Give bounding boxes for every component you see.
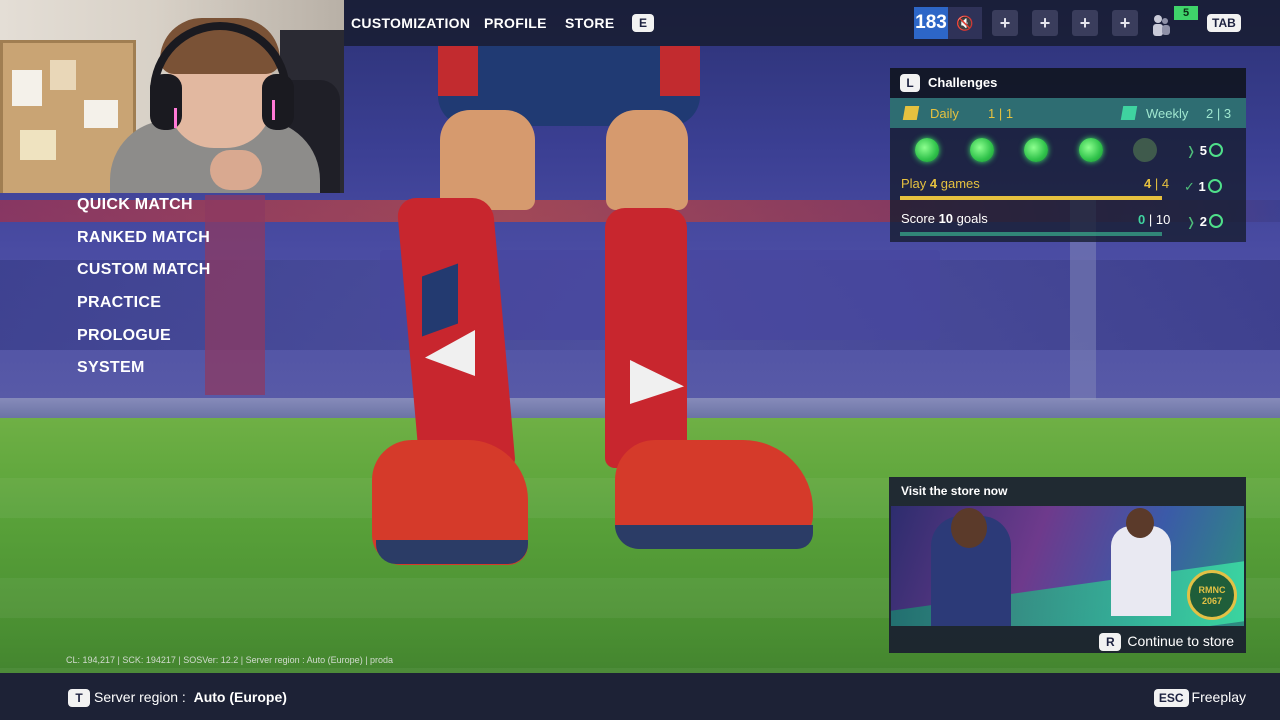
main-menu: QUICK MATCH RANKED MATCH CUSTOM MATCH PR… — [77, 193, 211, 391]
nav-customization[interactable]: CUSTOMIZATION — [351, 15, 470, 31]
region-key: T — [68, 689, 90, 707]
challenge-label: Score 10 goals — [901, 211, 988, 226]
streak-reward: ❭ 5 — [1186, 143, 1223, 158]
challenge-progress: 0 | 10 — [1138, 212, 1171, 227]
esc-key: ESC — [1153, 689, 1189, 707]
server-region-selector[interactable]: T Server region : Auto (Europe) — [68, 689, 287, 707]
challenge-reward: ❭ 2 — [1186, 214, 1223, 229]
party-slot-3-plus-icon[interactable]: + — [1072, 10, 1098, 36]
streak-dot — [915, 138, 939, 162]
weekly-ticket-icon — [1120, 106, 1138, 120]
streak-dot — [1133, 138, 1157, 162]
challenges-header: L Challenges — [890, 68, 1246, 98]
streak-dot — [1024, 138, 1048, 162]
challenge-progress-bar — [900, 232, 1162, 236]
tab-weekly[interactable]: Weekly — [1146, 106, 1188, 121]
menu-quick-match[interactable]: QUICK MATCH — [77, 193, 211, 228]
build-info: CL: 194,217 | SCK: 194217 | SOSVer: 12.2… — [66, 655, 394, 665]
menu-system[interactable]: SYSTEM — [77, 358, 211, 391]
challenge-label: Play 4 games — [901, 176, 980, 191]
menu-ranked-match[interactable]: RANKED MATCH — [77, 228, 211, 261]
coin-icon — [1207, 179, 1222, 193]
webcam-overlay — [0, 0, 344, 193]
freeplay-button[interactable]: ESC Freeplay — [1153, 689, 1246, 707]
menu-prologue[interactable]: PROLOGUE — [77, 326, 211, 359]
rmnc-logo-icon: RMNC 2067 — [1187, 570, 1237, 620]
store-key: R — [1099, 633, 1122, 651]
streak-reward-amount: 5 — [1199, 143, 1207, 158]
coin-icon — [1208, 214, 1223, 228]
player-level-badge[interactable]: 183 — [914, 7, 948, 39]
coin-icon — [1208, 143, 1223, 157]
daily-count: 1 | 1 — [988, 106, 1014, 121]
store-promo-title: Visit the store now — [901, 484, 1008, 498]
friends-online-count: 5 — [1174, 6, 1198, 20]
challenge-reward: ✓ 1 — [1184, 179, 1222, 195]
streak-dot — [969, 138, 994, 162]
footer-bar: T Server region : Auto (Europe) ESC Freepl… — [0, 673, 1280, 720]
menu-practice[interactable]: PRACTICE — [77, 293, 211, 326]
nav-profile[interactable]: PROFILE — [484, 15, 547, 31]
party-slot-2-plus-icon[interactable]: + — [1032, 10, 1058, 36]
tab-key[interactable]: TAB — [1207, 14, 1241, 32]
nav-store[interactable]: STORE — [565, 15, 614, 31]
store-promo-card[interactable]: Visit the store now RMNC 2067 R Continue … — [889, 477, 1246, 653]
continue-to-store-button[interactable]: R Continue to store — [1099, 633, 1234, 651]
top-navigation-bar: CUSTOMIZATION PROFILE STORE E — [344, 0, 1280, 46]
challenges-panel[interactable]: L Challenges Daily 1 | 1 Weekly 2 | 3 ❭ … — [890, 68, 1246, 242]
store-promo-image[interactable]: RMNC 2067 — [891, 506, 1244, 626]
tab-daily[interactable]: Daily — [930, 106, 959, 121]
mute-icon[interactable]: 🔇 — [948, 7, 982, 39]
olympus-banner — [205, 195, 265, 395]
party-slot-1-plus-icon[interactable]: + — [992, 10, 1018, 36]
daily-ticket-icon — [902, 106, 920, 120]
menu-custom-match[interactable]: CUSTOM MATCH — [77, 260, 211, 293]
challenges-key: L — [900, 74, 920, 92]
party-slot-4-plus-icon[interactable]: + — [1112, 10, 1138, 36]
streak-dot — [1078, 138, 1103, 162]
weekly-count: 2 | 3 — [1206, 106, 1232, 121]
friends-icon[interactable] — [1150, 12, 1172, 36]
region-value: Auto (Europe) — [193, 689, 287, 705]
nav-next-key: E — [632, 14, 654, 32]
challenge-progress-bar — [900, 196, 1162, 200]
challenges-title: Challenges — [928, 75, 998, 90]
challenges-tabs: Daily 1 | 1 Weekly 2 | 3 — [890, 98, 1246, 128]
challenge-progress: 4 | 4 — [1144, 176, 1170, 191]
